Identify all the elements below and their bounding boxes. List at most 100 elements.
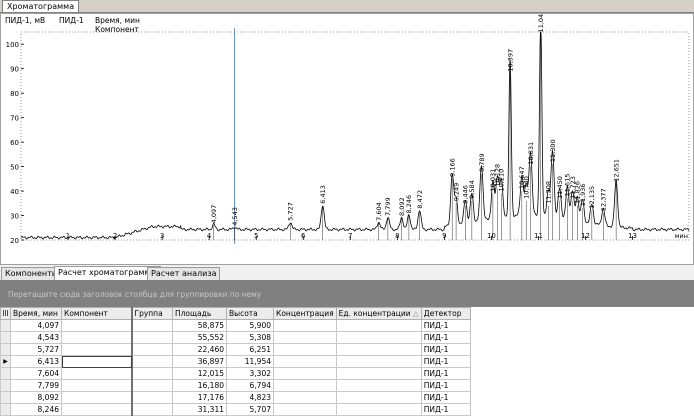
table-row[interactable]: 8,092 17,176 4,823 ПИД-1 xyxy=(0,391,471,404)
cell-concentration[interactable] xyxy=(273,403,337,416)
cell-concentration[interactable] xyxy=(273,367,337,380)
cell-group[interactable] xyxy=(130,319,173,332)
cell-concentration[interactable] xyxy=(273,379,337,392)
cell-conc-unit[interactable] xyxy=(335,403,422,416)
column-header-time[interactable]: Время, мин xyxy=(10,307,62,320)
column-header-area[interactable]: Площадь xyxy=(172,307,227,320)
cell-concentration[interactable] xyxy=(273,391,337,404)
column-chooser-icon[interactable] xyxy=(3,309,8,317)
peak-label: 12,135 xyxy=(588,186,596,209)
cell-conc-unit[interactable] xyxy=(335,355,422,368)
table-row[interactable]: 4,543 55,552 5,308 ПИД-1 xyxy=(0,331,471,344)
cell-time[interactable]: 5,727 xyxy=(10,343,62,356)
table-row[interactable]: 7,799 16,180 6,794 ПИД-1 xyxy=(0,379,471,392)
cell-component[interactable] xyxy=(61,391,132,404)
tab-analysis-calc[interactable]: Расчет анализа xyxy=(147,267,221,281)
table-row[interactable]: 8,246 31,311 5,707 ПИД-1 xyxy=(0,403,471,416)
column-header-group[interactable]: Группа xyxy=(130,307,173,320)
y-tick-label: 90 xyxy=(10,66,19,74)
cell-component[interactable] xyxy=(61,331,132,344)
cell-height[interactable]: 5,707 xyxy=(226,403,274,416)
cell-concentration[interactable] xyxy=(273,355,337,368)
cell-concentration[interactable] xyxy=(273,343,337,356)
cell-time[interactable]: 7,799 xyxy=(10,379,62,392)
cell-conc-unit[interactable] xyxy=(335,319,422,332)
cell-height[interactable]: 5,308 xyxy=(226,331,274,344)
cell-detector[interactable]: ПИД-1 xyxy=(420,379,471,392)
cell-area[interactable]: 31,311 xyxy=(172,403,227,416)
tab-components[interactable]: Компоненты xyxy=(1,267,63,281)
cell-time[interactable]: 8,246 xyxy=(10,403,62,416)
column-header-conc-unit[interactable]: Ед. концентрации △ xyxy=(335,307,422,320)
row-indicator[interactable]: ▶ xyxy=(0,355,11,368)
cell-time[interactable]: 7,604 xyxy=(10,367,62,380)
group-by-panel[interactable]: Перетащите сюда заголовок столбца для гр… xyxy=(0,280,694,307)
cell-component[interactable] xyxy=(61,355,132,368)
cell-area[interactable]: 58,875 xyxy=(172,319,227,332)
cell-area[interactable]: 16,180 xyxy=(172,379,227,392)
cell-group[interactable] xyxy=(130,391,173,404)
cell-group[interactable] xyxy=(130,403,173,416)
cell-height[interactable]: 4,823 xyxy=(226,391,274,404)
row-indicator[interactable] xyxy=(0,343,11,356)
column-header-conc-unit-label: Ед. концентрации xyxy=(338,309,411,318)
peak-label: 6,413 xyxy=(319,185,327,204)
cell-component[interactable] xyxy=(61,343,132,356)
table-row[interactable]: ▶ 6,413 36,897 11,954 ПИД-1 xyxy=(0,355,471,368)
cell-detector[interactable]: ПИД-1 xyxy=(420,403,471,416)
cell-area[interactable]: 36,897 xyxy=(172,355,227,368)
cell-time[interactable]: 4,543 xyxy=(10,331,62,344)
column-header-component[interactable]: Компонент xyxy=(61,307,132,320)
tab-chromatogram-calc[interactable]: Расчет хроматограммы xyxy=(54,266,161,281)
cell-area[interactable]: 55,552 xyxy=(172,331,227,344)
cell-height[interactable]: 6,794 xyxy=(226,379,274,392)
cell-conc-unit[interactable] xyxy=(335,391,422,404)
cell-group[interactable] xyxy=(130,331,173,344)
cell-group[interactable] xyxy=(130,379,173,392)
cell-concentration[interactable] xyxy=(273,331,337,344)
column-header-height[interactable]: Высота xyxy=(226,307,274,320)
cell-detector[interactable]: ПИД-1 xyxy=(420,367,471,380)
chromatogram-chart[interactable]: 20 30 40 50 60 70 80 90 100 1 2 3 4 5 6 7 8 9 10 11 12 13 мин 4… xyxy=(0,13,694,265)
row-indicator[interactable] xyxy=(0,403,11,416)
cell-component[interactable] xyxy=(61,379,132,392)
table-row[interactable]: 4,097 58,875 5,900 ПИД-1 xyxy=(0,319,471,332)
cell-detector[interactable]: ПИД-1 xyxy=(420,343,471,356)
cell-height[interactable]: 5,900 xyxy=(226,319,274,332)
cell-detector[interactable]: ПИД-1 xyxy=(420,319,471,332)
cell-component[interactable] xyxy=(61,367,132,380)
cell-group[interactable] xyxy=(130,367,173,380)
cell-time[interactable]: 6,413 xyxy=(10,355,62,368)
cell-component[interactable] xyxy=(61,319,132,332)
cell-area[interactable]: 12,015 xyxy=(172,367,227,380)
cell-area[interactable]: 17,176 xyxy=(172,391,227,404)
results-grid: Перетащите сюда заголовок столбца для гр… xyxy=(0,280,694,420)
cell-height[interactable]: 11,954 xyxy=(226,355,274,368)
cell-area[interactable]: 22,460 xyxy=(172,343,227,356)
row-indicator[interactable] xyxy=(0,379,11,392)
cell-conc-unit[interactable] xyxy=(335,379,422,392)
column-header-concentration[interactable]: Концентрация xyxy=(273,307,337,320)
cell-height[interactable]: 3,302 xyxy=(226,367,274,380)
table-row[interactable]: 7,604 12,015 3,302 ПИД-1 xyxy=(0,367,471,380)
column-header-detector[interactable]: Детектор xyxy=(420,307,471,320)
row-indicator[interactable] xyxy=(0,391,11,404)
cell-conc-unit[interactable] xyxy=(335,331,422,344)
cell-detector[interactable]: ПИД-1 xyxy=(420,355,471,368)
cell-time[interactable]: 8,092 xyxy=(10,391,62,404)
cell-concentration[interactable] xyxy=(273,319,337,332)
cell-time[interactable]: 4,097 xyxy=(10,319,62,332)
cell-conc-unit[interactable] xyxy=(335,367,422,380)
table-row[interactable]: 5,727 22,460 6,251 ПИД-1 xyxy=(0,343,471,356)
row-indicator[interactable] xyxy=(0,367,11,380)
row-indicator[interactable] xyxy=(0,331,11,344)
cell-conc-unit[interactable] xyxy=(335,343,422,356)
cell-detector[interactable]: ПИД-1 xyxy=(420,391,471,404)
cell-group[interactable] xyxy=(130,343,173,356)
cell-component[interactable] xyxy=(61,403,132,416)
tab-chromatogram[interactable]: Хроматограмма xyxy=(2,0,80,12)
cell-group[interactable] xyxy=(130,355,173,368)
cell-height[interactable]: 6,251 xyxy=(226,343,274,356)
cell-detector[interactable]: ПИД-1 xyxy=(420,331,471,344)
row-indicator[interactable] xyxy=(0,319,11,332)
